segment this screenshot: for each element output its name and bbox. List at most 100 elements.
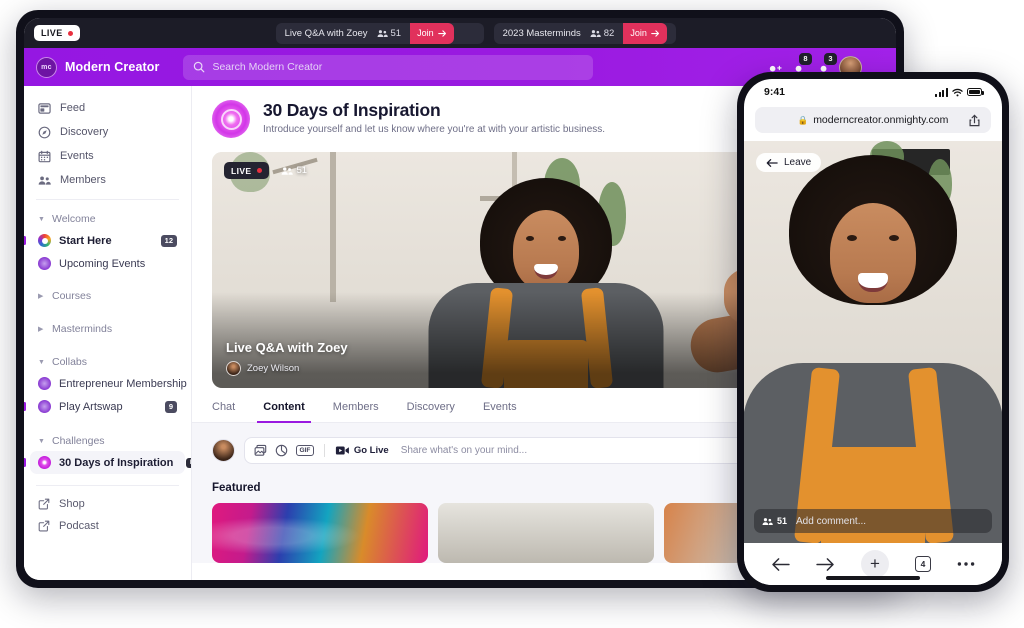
chevron-down-icon: ▼: [38, 216, 45, 223]
join-session-button-1[interactable]: Join: [410, 23, 454, 44]
search-placeholder: Search Modern Creator: [212, 61, 322, 73]
phone-live-video[interactable]: Leave 51 Add comment...: [744, 141, 1002, 543]
members-icon: [762, 517, 773, 526]
leave-button[interactable]: Leave: [756, 153, 821, 172]
challenge-avatar-icon: [212, 100, 250, 138]
sidebar-item-label: 30 Days of Inspiration: [59, 457, 173, 469]
sidebar-item-label: Podcast: [59, 520, 99, 532]
status-indicators: [935, 88, 982, 97]
sidebar-item-events[interactable]: Events: [24, 144, 191, 168]
search-input[interactable]: Search Modern Creator: [183, 55, 593, 80]
group-avatar-icon: [38, 234, 51, 247]
chevron-down-icon: ▼: [38, 359, 45, 366]
go-live-button[interactable]: Go Live: [335, 445, 389, 456]
sidebar-item-play-artswap[interactable]: Play Artswap 9: [24, 395, 191, 418]
session-title: Live Q&A with Zoey: [285, 28, 368, 39]
status-time: 9:41: [764, 86, 785, 98]
sidebar-section-challenges[interactable]: ▼ Challenges: [24, 429, 191, 451]
gif-icon[interactable]: GIF: [296, 445, 314, 457]
poll-icon[interactable]: [275, 444, 288, 457]
phone-screen: 9:41 🔒 moderncreator.onmighty.com: [744, 79, 1002, 585]
image-icon[interactable]: [254, 444, 267, 457]
chevron-right-icon: ▶: [38, 292, 45, 300]
page-subtitle: Introduce yourself and let us know where…: [263, 124, 605, 135]
sidebar-item-label: Discovery: [60, 126, 108, 138]
live-session-card-1[interactable]: Live Q&A with Zoey 51 Join: [276, 23, 484, 44]
feed-icon: [38, 102, 51, 115]
featured-card[interactable]: [438, 503, 654, 563]
sidebar-item-label: Shop: [59, 498, 85, 510]
sidebar-section-masterminds[interactable]: ▶ Masterminds: [24, 317, 191, 339]
count-value: 82: [604, 28, 615, 39]
sidebar-section-collabs[interactable]: ▼ Collabs: [24, 350, 191, 372]
calendar-icon: [38, 150, 51, 163]
new-tab-button[interactable]: +: [861, 550, 889, 578]
messages-badge: 3: [824, 53, 837, 65]
sidebar-item-shop[interactable]: Shop: [24, 493, 191, 515]
forward-arrow-icon[interactable]: [816, 557, 835, 572]
sidebar: Feed Discovery: [24, 86, 192, 580]
chevron-down-icon: ▼: [38, 438, 45, 445]
sidebar-item-label: Upcoming Events: [59, 258, 145, 270]
avatar[interactable]: [212, 439, 235, 462]
count-value: 51: [297, 165, 308, 176]
sidebar-divider: [36, 199, 179, 200]
members-icon: [38, 175, 51, 186]
live-dot-icon: [68, 31, 73, 36]
sidebar-item-label: Play Artswap: [59, 401, 123, 413]
sidebar-divider-2: [36, 485, 179, 486]
section-label: Welcome: [52, 213, 96, 225]
sidebar-item-30-days-of-inspiration[interactable]: 30 Days of Inspiration LIVE: [30, 451, 185, 474]
wifi-icon: [952, 88, 963, 97]
sidebar-item-discovery[interactable]: Discovery: [24, 120, 191, 144]
tab-members[interactable]: Members: [333, 401, 379, 422]
tab-content[interactable]: Content: [263, 401, 305, 422]
sidebar-section-welcome[interactable]: ▼ Welcome: [24, 207, 191, 229]
brand-name: Modern Creator: [65, 60, 159, 74]
brand-logo-group[interactable]: mc Modern Creator: [36, 57, 159, 78]
video-viewer-count: 51: [281, 165, 308, 176]
live-sessions-strip: LIVE Live Q&A with Zoey 51 Join: [24, 18, 896, 48]
join-label: Join: [630, 28, 647, 38]
comment-placeholder: Add comment...: [796, 516, 866, 527]
share-icon[interactable]: [969, 114, 980, 127]
phone-url-bar[interactable]: 🔒 moderncreator.onmighty.com: [755, 107, 991, 133]
person-eye: [847, 235, 857, 241]
url-text: moderncreator.onmighty.com: [813, 114, 948, 126]
tab-discovery[interactable]: Discovery: [407, 401, 455, 422]
phone-notch: [821, 79, 925, 98]
compass-icon: [38, 126, 51, 139]
count-value: 51: [391, 28, 402, 39]
back-arrow-icon[interactable]: [771, 557, 790, 572]
sidebar-item-label: Start Here: [59, 235, 112, 247]
sidebar-item-podcast[interactable]: Podcast: [24, 515, 191, 537]
group-avatar-icon: [38, 456, 51, 469]
sidebar-item-feed[interactable]: Feed: [24, 96, 191, 120]
live-session-card-2[interactable]: 2023 Masterminds 82 Join: [494, 23, 676, 44]
sidebar-item-upcoming-events[interactable]: Upcoming Events: [24, 252, 191, 275]
sidebar-item-members[interactable]: Members: [24, 168, 191, 192]
join-session-button-2[interactable]: Join: [623, 23, 667, 44]
live-status-badge: LIVE: [34, 25, 80, 41]
video-host: Zoey Wilson: [226, 361, 348, 376]
lock-icon: 🔒: [798, 115, 809, 126]
sidebar-item-start-here[interactable]: Start Here 12: [24, 229, 191, 252]
leave-label: Leave: [784, 157, 811, 168]
sidebar-item-entrepreneur-membership[interactable]: Entrepreneur Membership: [24, 372, 191, 395]
more-icon[interactable]: [957, 561, 975, 567]
tabs-count-button[interactable]: 4: [915, 556, 931, 572]
back-arrow-icon: [766, 158, 778, 168]
count-value: 51: [777, 516, 787, 526]
featured-card[interactable]: [212, 503, 428, 563]
tab-chat[interactable]: Chat: [212, 401, 235, 422]
live-label: LIVE: [41, 28, 63, 38]
group-avatar-icon: [38, 377, 51, 390]
tab-events[interactable]: Events: [483, 401, 517, 422]
section-label: Challenges: [52, 435, 105, 447]
sidebar-section-courses[interactable]: ▶ Courses: [24, 284, 191, 306]
go-live-label: Go Live: [354, 445, 389, 456]
active-marker: [24, 402, 26, 411]
group-avatar-icon: [38, 400, 51, 413]
video-icon: [335, 445, 350, 456]
comment-input[interactable]: 51 Add comment...: [754, 509, 992, 533]
